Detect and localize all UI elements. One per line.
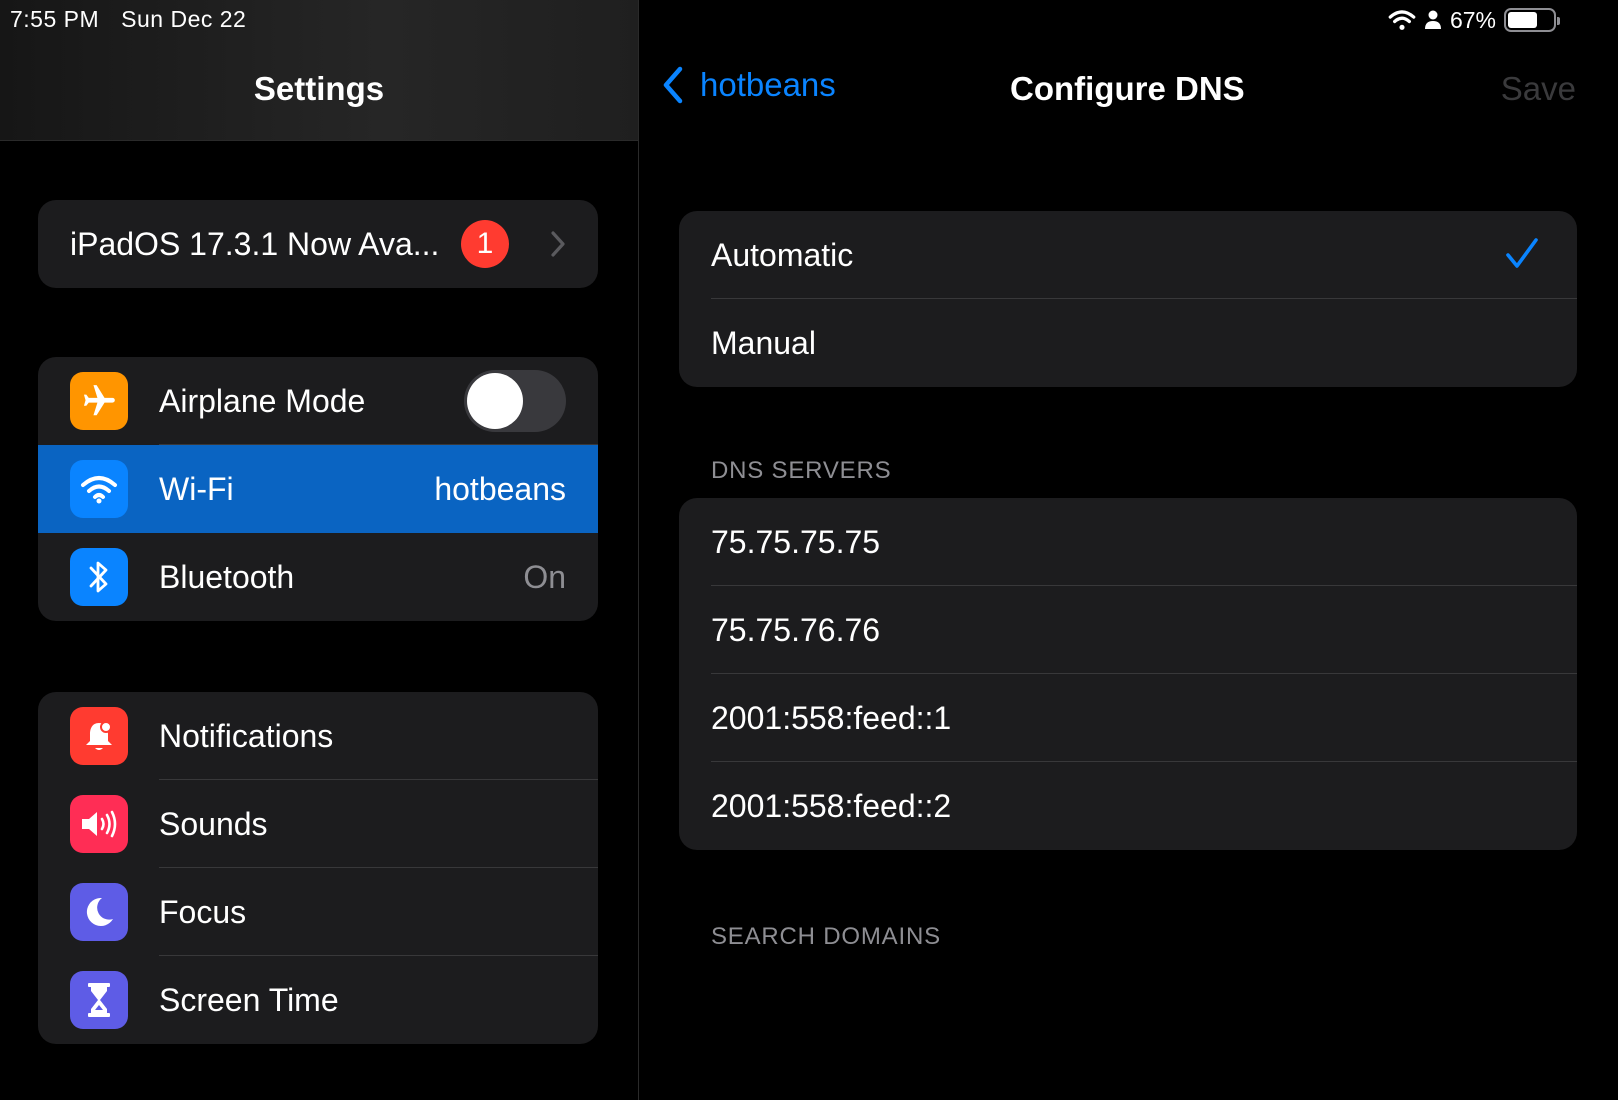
battery-fill <box>1508 12 1538 28</box>
bell-icon <box>70 707 128 765</box>
software-update-row[interactable]: iPadOS 17.3.1 Now Ava... 1 <box>38 200 598 288</box>
sidebar-item-label: Screen Time <box>159 981 339 1018</box>
dns-server-row[interactable]: 2001:558:feed::2 <box>679 762 1577 850</box>
sidebar-item-screen-time[interactable]: Screen Time <box>38 956 598 1044</box>
battery-percent: 67% <box>1449 6 1496 33</box>
sidebar-item-wifi[interactable]: Wi-Fi hotbeans <box>38 445 598 533</box>
page-title: Configure DNS <box>1010 70 1245 107</box>
option-automatic[interactable]: Automatic <box>679 211 1577 299</box>
save-button[interactable]: Save <box>1501 70 1576 108</box>
sidebar-item-bluetooth[interactable]: Bluetooth On <box>38 533 598 621</box>
sidebar-item-label: Sounds <box>159 805 268 842</box>
bluetooth-icon <box>70 548 128 606</box>
sidebar-item-label: Wi-Fi <box>159 470 234 507</box>
wifi-icon <box>70 460 128 518</box>
airplane-icon <box>70 372 128 430</box>
sidebar-item-sounds[interactable]: Sounds <box>38 780 598 868</box>
split-divider <box>638 0 639 1100</box>
option-label: Manual <box>711 324 816 361</box>
dns-server-address: 75.75.76.76 <box>711 611 881 648</box>
connectivity-group: Airplane Mode Wi-Fi hotbeans Bluetooth O… <box>38 357 598 621</box>
chevron-left-icon <box>663 66 683 104</box>
bluetooth-status-value: On <box>523 558 566 595</box>
search-domains-header: SEARCH DOMAINS <box>711 923 941 950</box>
dns-server-row[interactable]: 2001:558:feed::1 <box>679 674 1577 762</box>
sidebar-item-focus[interactable]: Focus <box>38 868 598 956</box>
general-group: Notifications Sounds Focus Screen Time <box>38 692 598 1044</box>
screen: Settings iPadOS 17.3.1 Now Ava... 1 Airp… <box>0 0 1618 1100</box>
dns-server-address: 2001:558:feed::1 <box>711 699 952 736</box>
toggle-knob <box>467 373 523 429</box>
option-manual[interactable]: Manual <box>679 299 1577 387</box>
status-bar-right: 67% <box>1388 4 1560 36</box>
sidebar-item-notifications[interactable]: Notifications <box>38 692 598 780</box>
checkmark-icon <box>1506 238 1538 268</box>
option-label: Automatic <box>711 236 854 273</box>
back-button[interactable]: hotbeans <box>662 66 836 104</box>
wifi-network-value: hotbeans <box>434 470 566 507</box>
back-label: hotbeans <box>700 66 836 103</box>
status-bar-left: 7:55 PM Sun Dec 22 <box>10 6 268 33</box>
wifi-icon <box>1388 10 1416 30</box>
sidebar-item-label: Airplane Mode <box>159 382 366 419</box>
status-date: Sun Dec 22 <box>121 6 247 32</box>
moon-icon <box>70 883 128 941</box>
settings-sidebar: Settings iPadOS 17.3.1 Now Ava... 1 Airp… <box>0 0 638 1100</box>
chevron-right-icon <box>551 231 565 257</box>
sidebar-item-label: Bluetooth <box>159 558 295 595</box>
software-update-label: iPadOS 17.3.1 Now Ava... <box>70 225 440 262</box>
update-badge: 1 <box>461 220 509 268</box>
sidebar-title: Settings <box>253 70 385 107</box>
dns-servers-header: DNS SERVERS <box>711 457 892 484</box>
dns-server-row[interactable]: 75.75.76.76 <box>679 586 1577 674</box>
person-icon <box>1424 10 1441 29</box>
software-update-group: iPadOS 17.3.1 Now Ava... 1 <box>38 200 598 288</box>
status-time: 7:55 PM <box>10 6 100 32</box>
airplane-mode-toggle[interactable] <box>464 370 566 432</box>
dns-server-row[interactable]: 75.75.75.75 <box>679 498 1577 586</box>
hourglass-icon <box>70 971 128 1029</box>
dns-mode-group: Automatic Manual <box>679 211 1577 387</box>
battery-icon <box>1504 8 1560 32</box>
sidebar-item-airplane-mode[interactable]: Airplane Mode <box>38 357 598 445</box>
sidebar-item-label: Focus <box>159 893 247 930</box>
speaker-icon <box>70 795 128 853</box>
dns-servers-group: 75.75.75.75 75.75.76.76 2001:558:feed::1… <box>679 498 1577 850</box>
dns-server-address: 75.75.75.75 <box>711 523 881 560</box>
sidebar-item-label: Notifications <box>159 717 334 754</box>
dns-server-address: 2001:558:feed::2 <box>711 787 952 824</box>
